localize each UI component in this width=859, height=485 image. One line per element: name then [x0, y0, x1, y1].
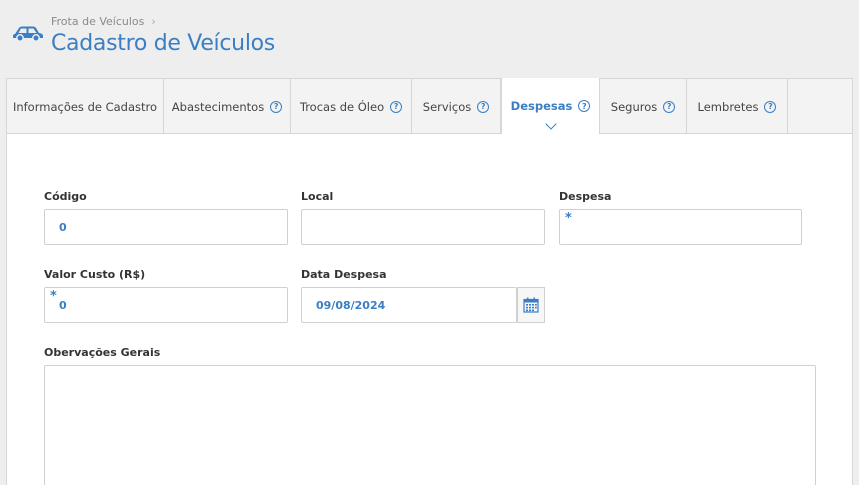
help-circle-icon[interactable]: ?	[578, 100, 591, 112]
tab-label: Informações de Cadastro	[12, 99, 158, 114]
help-circle-icon[interactable]: ?	[477, 100, 490, 113]
help-circle-icon[interactable]: ?	[663, 100, 676, 113]
car-icon	[13, 26, 43, 42]
tab-despesas[interactable]: Despesas ?	[501, 78, 600, 134]
observacoes-label: Obervações Gerais	[44, 346, 161, 359]
local-field[interactable]	[301, 209, 545, 245]
tab-trocas-de-oleo[interactable]: Trocas de Óleo ?	[291, 79, 412, 134]
observacoes-textarea[interactable]	[44, 365, 816, 485]
form-panel: Informações de Cadastro Abastecimentos ?…	[6, 78, 853, 485]
valor-custo-label: Valor Custo (R$)	[44, 268, 146, 281]
tab-lembretes[interactable]: Lembretes ?	[687, 79, 788, 134]
tab-label: Serviços	[422, 99, 472, 114]
calendar-icon	[523, 297, 539, 313]
tab-informacoes-de-cadastro[interactable]: Informações de Cadastro	[7, 79, 164, 134]
tab-label: Despesas	[510, 99, 573, 113]
tab-label: Lembretes	[697, 99, 759, 114]
valor-custo-value: 0	[59, 299, 67, 312]
required-mark: *	[50, 289, 57, 304]
tab-label: Seguros	[610, 99, 658, 114]
chevron-down-icon	[544, 118, 557, 130]
tab-label: Trocas de Óleo	[299, 99, 385, 114]
data-despesa-value: 09/08/2024	[316, 299, 386, 312]
data-despesa-field[interactable]: 09/08/2024	[301, 287, 517, 323]
chevron-right-icon: ›	[151, 15, 156, 28]
breadcrumb-item[interactable]: Frota de Veículos	[51, 15, 144, 28]
tab-label: Abastecimentos	[171, 99, 265, 114]
date-picker-button[interactable]	[517, 287, 545, 323]
page-title: Cadastro de Veículos	[51, 31, 275, 56]
help-circle-icon[interactable]: ?	[764, 100, 777, 113]
help-circle-icon[interactable]: ?	[270, 100, 283, 113]
tab-servicos[interactable]: Serviços ?	[412, 79, 501, 134]
codigo-field[interactable]: 0	[44, 209, 288, 245]
tab-abastecimentos[interactable]: Abastecimentos ?	[164, 79, 291, 134]
required-mark: *	[565, 211, 572, 226]
tab-bar: Informações de Cadastro Abastecimentos ?…	[7, 78, 852, 134]
codigo-label: Código	[44, 190, 87, 203]
despesa-field[interactable]: *	[559, 209, 802, 245]
data-despesa-label: Data Despesa	[301, 268, 387, 281]
breadcrumb[interactable]: Frota de Veículos ›	[51, 15, 156, 28]
help-circle-icon[interactable]: ?	[390, 100, 403, 113]
local-label: Local	[301, 190, 334, 203]
despesa-label: Despesa	[559, 190, 612, 203]
valor-custo-field[interactable]: * 0	[44, 287, 288, 323]
tab-seguros[interactable]: Seguros ?	[600, 79, 687, 134]
codigo-value: 0	[59, 221, 67, 234]
